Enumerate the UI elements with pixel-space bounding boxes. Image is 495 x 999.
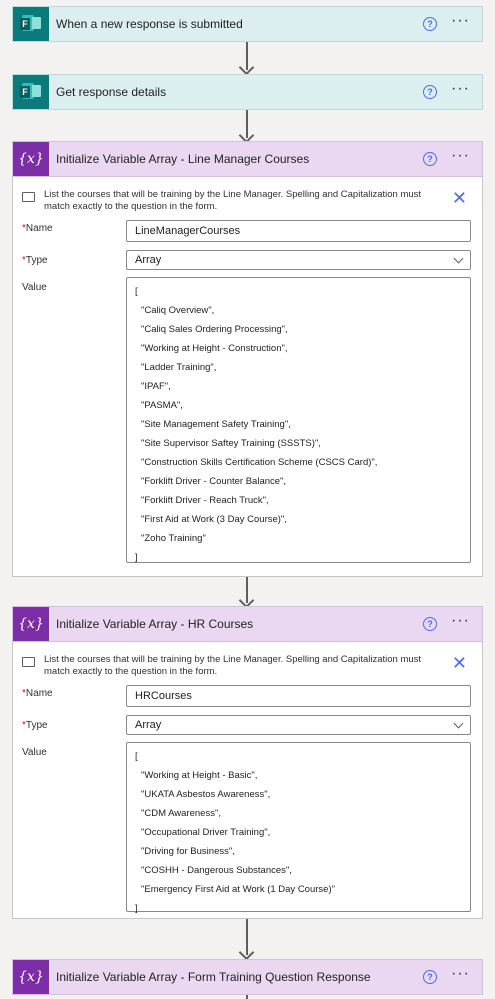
value-textarea[interactable]: [ "Working at Height - Basic", "UKATA As… [126, 742, 471, 914]
comment-icon [22, 657, 35, 667]
help-icon[interactable]: ? [423, 152, 437, 166]
list-item: "COSHH - Dangerous Substances", [141, 865, 292, 876]
connector-stub [246, 995, 248, 999]
list-item: "Driving for Business", [141, 846, 235, 857]
list-item: "Site Supervisor Saftey Training (SSSTS)… [141, 438, 321, 449]
name-input[interactable]: LineManagerCourses [126, 220, 471, 242]
forms-icon: F [13, 7, 49, 41]
comment-icon [22, 192, 35, 202]
list-item: "UKATA Asbestos Awareness", [141, 789, 271, 800]
init-variable-line-manager-card: {x} Initialize Variable Array - Line Man… [12, 141, 483, 577]
value-label: Value [22, 282, 47, 293]
more-options-button[interactable]: ··· [451, 612, 470, 630]
more-options-button[interactable]: ··· [451, 80, 470, 98]
list-item: "Zoho Training" [141, 533, 206, 544]
type-select[interactable]: Array [126, 250, 471, 270]
list-item: "IPAF", [141, 381, 171, 392]
comment-text: List the courses that will be training b… [44, 654, 422, 677]
card-title: Initialize Variable Array - HR Courses [56, 617, 254, 631]
help-icon[interactable]: ? [423, 617, 437, 631]
list-item: "Working at Height - Basic", [141, 770, 258, 781]
list-item: "Construction Skills Certification Schem… [141, 457, 378, 468]
list-item: "Forklift Driver - Counter Balance", [141, 476, 287, 487]
close-icon[interactable]: ✕ [452, 654, 467, 672]
init-variable-hr-card: {x} Initialize Variable Array - HR Cours… [12, 606, 483, 919]
list-item: "Occupational Driver Training", [141, 827, 271, 838]
variable-icon: {x} [13, 142, 49, 176]
list-item: "Ladder Training", [141, 362, 217, 373]
chevron-down-icon [453, 718, 464, 729]
list-item: "PASMA", [141, 400, 183, 411]
forms-icon: F [13, 75, 49, 109]
chevron-down-icon [453, 253, 464, 264]
trigger-card[interactable]: F When a new response is submitted ? ··· [12, 6, 483, 42]
card-header[interactable]: {x} Initialize Variable Array - HR Cours… [12, 606, 483, 642]
card-header[interactable]: {x} Initialize Variable Array - Line Man… [12, 141, 483, 177]
comment-text: List the courses that will be training b… [44, 189, 422, 212]
list-item: "Forklift Driver - Reach Truck", [141, 495, 269, 506]
value-label: Value [22, 747, 47, 758]
get-response-details-title: Get response details [56, 85, 167, 99]
trigger-title: When a new response is submitted [56, 17, 243, 31]
name-input[interactable]: HRCourses [126, 685, 471, 707]
open-bracket: [ [135, 286, 138, 297]
more-options-button[interactable]: ··· [451, 965, 470, 983]
list-item: "Caliq Overview", [141, 305, 215, 316]
close-bracket: ] [135, 903, 138, 914]
name-label: *Name [22, 223, 53, 234]
card-title: Initialize Variable Array - Line Manager… [56, 152, 310, 166]
type-label: *Type [22, 255, 48, 266]
open-bracket: [ [135, 751, 138, 762]
list-item: "Site Management Safety Training", [141, 419, 291, 430]
more-options-button[interactable]: ··· [451, 147, 470, 165]
list-item: "Emergency First Aid at Work (1 Day Cour… [141, 884, 335, 895]
help-icon[interactable]: ? [423, 970, 437, 984]
type-select[interactable]: Array [126, 715, 471, 735]
help-icon[interactable]: ? [423, 85, 437, 99]
more-options-button[interactable]: ··· [451, 12, 470, 30]
list-item: "Caliq Sales Ordering Processing", [141, 324, 288, 335]
variable-icon: {x} [13, 607, 49, 641]
card-title: Initialize Variable Array - Form Trainin… [56, 970, 371, 984]
list-item: "First Aid at Work (3 Day Course)", [141, 514, 287, 525]
name-label: *Name [22, 688, 53, 699]
help-icon[interactable]: ? [423, 17, 437, 31]
get-response-details-card[interactable]: F Get response details ? ··· [12, 74, 483, 110]
init-variable-form-response-card[interactable]: {x} Initialize Variable Array - Form Tra… [12, 959, 483, 995]
close-icon[interactable]: ✕ [452, 189, 467, 207]
list-item: "Working at Height - Construction", [141, 343, 288, 354]
list-item: "CDM Awareness", [141, 808, 221, 819]
value-textarea[interactable]: [ "Caliq Overview", "Caliq Sales Orderin… [126, 277, 471, 563]
type-label: *Type [22, 720, 48, 731]
close-bracket: ] [135, 552, 138, 563]
variable-icon: {x} [13, 960, 49, 994]
